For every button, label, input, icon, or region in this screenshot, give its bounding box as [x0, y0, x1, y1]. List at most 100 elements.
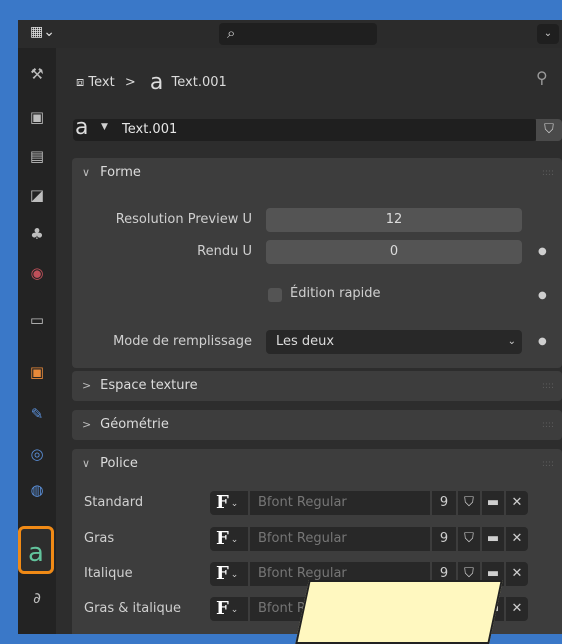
fill-mode-value: Les deux — [276, 334, 335, 349]
espace-texture-panel-header[interactable]: > Espace texture — [82, 371, 198, 401]
drag-grip-icon[interactable]: :::: — [542, 381, 554, 391]
folder-icon[interactable]: ▬ — [482, 527, 504, 551]
rendu-value: 0 — [389, 244, 399, 259]
datablock-selector[interactable]: a ▼ Text.001 — [73, 115, 537, 141]
font-f-icon: F — [216, 598, 229, 619]
keyframe-dot-icon[interactable]: ● — [538, 336, 547, 347]
font-f-icon: F — [216, 492, 229, 513]
camera-icon: ▣ — [29, 108, 45, 126]
close-icon[interactable]: ✕ — [506, 491, 528, 515]
search-field[interactable]: ⌕ — [219, 23, 377, 45]
forme-panel: ∨ Forme :::: Resolution Preview U 12 Ren… — [72, 158, 562, 368]
object-tab[interactable]: ▣ — [23, 358, 51, 386]
folder-icon[interactable]: ▬ — [482, 491, 504, 515]
modifiers-tab[interactable]: ✎ — [23, 400, 51, 428]
data-tab[interactable]: a — [18, 526, 54, 574]
chevron-down-icon: ∨ — [82, 166, 91, 179]
text-data-icon: a — [149, 70, 164, 95]
resolution-preview-label: Resolution Preview U — [115, 212, 252, 227]
output-tab[interactable]: ▤ — [23, 142, 51, 170]
keyframe-dot-icon[interactable]: ● — [538, 290, 547, 301]
drag-grip-icon[interactable]: :::: — [542, 420, 554, 430]
shield-icon[interactable]: ⛉ — [458, 527, 480, 551]
font-standard-users[interactable]: 9 — [432, 491, 456, 515]
breadcrumb-separator: > — [124, 75, 136, 90]
forme-panel-header[interactable]: ∨ Forme — [82, 158, 141, 188]
chevron-down-icon: ⌄ — [230, 535, 239, 545]
fill-mode-label: Mode de remplissage — [113, 334, 252, 349]
font-italic-label: Italique — [84, 566, 133, 581]
font-f-icon: F — [216, 563, 229, 584]
editor-header: ▦⌄ ⌕ ⌄ — [18, 20, 562, 48]
font-standard-label: Standard — [84, 495, 144, 510]
font-bold-browse[interactable]: F ⌄ — [210, 527, 248, 551]
properties-tabs: ⚒ ▣ ▤ ◪ ♣ ◉ ▭ ▣ ✎ ◎ ◍ a ∂ — [18, 48, 56, 634]
pin-icon[interactable]: ⚲ — [536, 68, 548, 87]
chevron-right-icon: > — [82, 418, 92, 431]
rendu-label: Rendu U — [197, 244, 252, 259]
geometrie-panel-title: Géométrie — [100, 417, 169, 432]
collection-box-icon: ▭ — [29, 311, 45, 329]
font-bold-name[interactable]: Bfont Regular — [250, 527, 430, 551]
printer-icon: ▤ — [29, 147, 45, 165]
close-icon[interactable]: ✕ — [506, 597, 528, 621]
resolution-preview-value: 12 — [385, 212, 403, 227]
world-tab[interactable]: ◉ — [23, 259, 51, 287]
magnifier-icon: ⌕ — [227, 24, 236, 42]
material-icon: ∂ — [33, 589, 41, 607]
shield-icon[interactable]: ⛉ — [458, 491, 480, 515]
close-icon[interactable]: ✕ — [506, 527, 528, 551]
police-panel-title: Police — [100, 456, 138, 471]
breadcrumb: ⧈ Text > a Text.001 — [76, 70, 227, 95]
geometrie-panel[interactable]: > Géométrie :::: — [72, 410, 562, 440]
font-bold-users[interactable]: 9 — [432, 527, 456, 551]
font-standard-name[interactable]: Bfont Regular — [250, 491, 430, 515]
particles-tab[interactable]: ◎ — [23, 440, 51, 468]
fast-edit-checkbox[interactable] — [268, 288, 282, 302]
fast-edit-label[interactable]: Édition rapide — [290, 286, 381, 301]
tool-tab[interactable]: ⚒ — [23, 60, 51, 88]
font-f-icon: F — [216, 528, 229, 549]
chevron-down-icon: ⌄ — [230, 499, 239, 509]
keyframe-dot-icon[interactable]: ● — [538, 246, 547, 257]
drag-grip-icon[interactable]: :::: — [542, 459, 554, 469]
render-tab[interactable]: ▣ — [23, 103, 51, 131]
globe-icon: ◉ — [30, 264, 44, 282]
rendu-field[interactable]: 0 — [266, 240, 522, 264]
resolution-preview-field[interactable]: 12 — [266, 208, 522, 232]
drag-grip-icon[interactable]: :::: — [542, 168, 554, 178]
chevron-down-icon: ∨ — [82, 457, 91, 470]
material-tab[interactable]: ∂ — [23, 584, 51, 612]
particles-icon: ◎ — [30, 445, 44, 463]
close-icon[interactable]: ✕ — [506, 562, 528, 586]
scene-icon: ♣ — [30, 225, 44, 243]
font-bold-label: Gras — [84, 531, 115, 546]
physics-tab[interactable]: ◍ — [23, 476, 51, 504]
police-panel-header[interactable]: ∨ Police — [82, 449, 138, 479]
font-italic-browse[interactable]: F ⌄ — [210, 562, 248, 586]
collection-tab[interactable]: ▭ — [23, 306, 51, 334]
properties-main: ⧈ Text > a Text.001 ⚲ a ▼ Text.001 ⛉ ∨ F… — [56, 48, 562, 634]
properties-editor-icon: ▦⌄ — [30, 24, 55, 40]
blender-properties-editor: ▦⌄ ⌕ ⌄ ⚒ ▣ ▤ ◪ ♣ ◉ ▭ ▣ ✎ ◎ ◍ a ∂ ⧈ Text … — [18, 20, 562, 634]
datablock-name[interactable]: Text.001 — [122, 122, 177, 137]
geometrie-panel-header[interactable]: > Géométrie — [82, 410, 169, 440]
header-dropdown-button[interactable]: ⌄ — [537, 24, 559, 44]
view-layer-tab[interactable]: ◪ — [23, 181, 51, 209]
object-icon: ⧈ — [76, 75, 85, 90]
scene-tab[interactable]: ♣ — [23, 220, 51, 248]
chevron-down-icon: ⌄ — [230, 605, 239, 615]
espace-texture-panel[interactable]: > Espace texture :::: — [72, 371, 562, 401]
breadcrumb-object: Text — [88, 75, 115, 90]
chevron-down-icon: ▼ — [101, 122, 108, 132]
editor-type-button[interactable]: ▦⌄ — [30, 24, 68, 44]
tool-icon: ⚒ — [30, 65, 44, 83]
fake-user-button[interactable]: ⛉ — [536, 119, 562, 141]
image-stack-icon: ◪ — [29, 186, 45, 204]
font-bold-italic-label: Gras & italique — [84, 601, 181, 616]
fill-mode-dropdown[interactable]: Les deux ⌄ — [266, 330, 522, 354]
font-bold-italic-browse[interactable]: F ⌄ — [210, 597, 248, 621]
font-standard-browse[interactable]: F ⌄ — [210, 491, 248, 515]
chevron-down-icon: ⌄ — [230, 570, 239, 580]
chevron-down-icon: ⌄ — [507, 336, 516, 347]
